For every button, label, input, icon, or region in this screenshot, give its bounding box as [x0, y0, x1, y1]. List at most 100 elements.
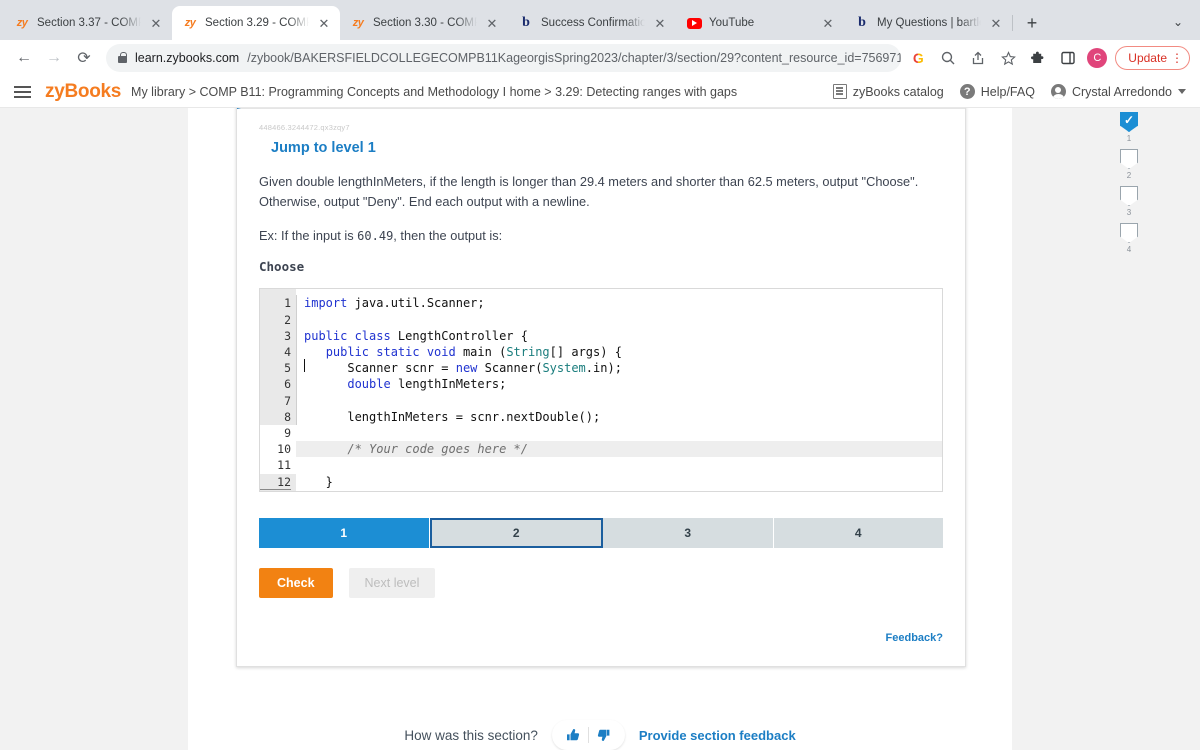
side-panel-icon[interactable] [1055, 45, 1081, 71]
code-token: } [304, 474, 333, 489]
browser-tab-0[interactable]: zy Section 3.37 - COMP B11: P ✕ [4, 6, 173, 40]
section-feedback-question: How was this section? [404, 727, 538, 743]
zybooks-logo[interactable]: zyBooks [45, 81, 121, 103]
next-level-button[interactable]: Next level [348, 568, 436, 599]
level-segment-2[interactable]: 2 [429, 518, 603, 549]
back-icon[interactable]: ← [10, 44, 38, 72]
code-line[interactable] [296, 393, 942, 409]
bookmark-star-icon[interactable] [995, 45, 1021, 71]
close-icon[interactable]: ✕ [988, 15, 1004, 31]
line-number: 13 [260, 490, 291, 492]
browser-toolbar: ← → ⟳ learn.zybooks.com/zybook/BAKERSFIE… [0, 40, 1200, 76]
browser-tab-5[interactable]: b My Questions | bartleby ✕ [844, 6, 1013, 40]
jump-to-level-link[interactable]: Jump to level 1 [271, 140, 943, 156]
editor-line-numbers: 12345678910111213 [260, 289, 296, 492]
thumbs-down-icon[interactable] [589, 722, 619, 748]
code-token: lengthInMeters; [390, 377, 507, 392]
browser-tab-4[interactable]: YouTube ✕ [676, 6, 845, 40]
code-editor[interactable]: 12345678910111213 import java.util.Scann… [259, 288, 943, 493]
breadcrumb[interactable]: My library > COMP B11: Programming Conce… [131, 85, 737, 99]
code-token: } [304, 491, 311, 492]
bartleby-icon: b [522, 15, 530, 30]
code-line[interactable]: public static void main (String[] args) … [296, 344, 942, 360]
activity-buttons: Check Next level [259, 568, 943, 599]
level-badge-4[interactable]: 4 [1120, 223, 1138, 260]
code-line[interactable]: import java.util.Scanner; [296, 295, 942, 311]
profile-avatar[interactable]: C [1087, 48, 1108, 68]
extensions-icon[interactable] [1025, 45, 1051, 71]
readonly-guide-line [296, 295, 297, 426]
code-line[interactable]: lengthInMeters = scnr.nextDouble(); [296, 409, 942, 425]
zybooks-header: zyBooks My library > COMP B11: Programmi… [0, 76, 1200, 108]
code-line[interactable]: } [296, 474, 942, 490]
code-line[interactable] [296, 457, 942, 473]
browser-tab-2[interactable]: zy Section 3.30 - COMP B11: P ✕ [340, 6, 508, 40]
empty-badge-icon [1120, 149, 1138, 169]
browser-tab-3[interactable]: b Success Confirmation of Q ✕ [508, 6, 677, 40]
url-host: learn.zybooks.com [135, 51, 240, 65]
level-badge-1[interactable]: 1 [1120, 112, 1138, 149]
line-number: 3 [284, 328, 291, 343]
level-segment-3[interactable]: 3 [603, 518, 774, 549]
user-menu[interactable]: Crystal Arredondo [1050, 84, 1186, 99]
reload-icon[interactable]: ⟳ [70, 44, 98, 72]
update-button[interactable]: Update ⋮ [1115, 46, 1190, 70]
code-line[interactable] [296, 312, 942, 328]
close-icon[interactable]: ✕ [820, 15, 836, 31]
code-line[interactable]: Scanner scnr = new Scanner(System.in); [296, 360, 942, 376]
level-segment-4[interactable]: 4 [773, 518, 943, 549]
sample-output: Choose [259, 259, 305, 275]
code-line[interactable] [296, 425, 942, 441]
browser-tab-strip: zy Section 3.37 - COMP B11: P ✕ zy Section 3… [0, 0, 1200, 40]
browser-tab-1[interactable]: zy Section 3.29 - COMP B11: P ✕ [172, 6, 340, 40]
address-bar[interactable]: learn.zybooks.com/zybook/BAKERSFIELDCOLL… [106, 44, 902, 72]
level-progress-bar[interactable]: 1234 [259, 518, 943, 549]
level-badge-3[interactable]: 3 [1120, 186, 1138, 223]
close-icon[interactable]: ✕ [652, 15, 668, 31]
zybooks-catalog-link[interactable]: zyBooks catalog [832, 84, 944, 99]
code-line[interactable]: } [296, 490, 942, 492]
activity-id: 448466.3244472.qx3zqy7 [259, 123, 350, 132]
level-badge-2[interactable]: 2 [1120, 149, 1138, 186]
code-token: main ( [455, 345, 507, 360]
code-line[interactable]: double lengthInMeters; [296, 376, 942, 392]
tab-title: Success Confirmation of Q [541, 17, 645, 29]
page-body: CHALLENGE ACTIVITY 3.29.2: Ranges with g… [0, 108, 1200, 750]
hamburger-menu-icon[interactable] [14, 85, 31, 98]
check-button[interactable]: Check [259, 568, 333, 599]
level-badge-rail: 1 2 3 4 [1118, 108, 1140, 260]
new-tab-button[interactable]: + [1018, 9, 1046, 37]
close-icon[interactable]: ✕ [316, 15, 332, 31]
close-icon[interactable]: ✕ [484, 15, 500, 31]
tab-title: Section 3.30 - COMP B11: P [373, 17, 477, 29]
provide-section-feedback-link[interactable]: Provide section feedback [639, 728, 796, 743]
code-token: double [347, 377, 391, 392]
code-token: new [455, 361, 478, 376]
level-segment-1[interactable]: 1 [259, 518, 430, 549]
share-icon[interactable] [965, 45, 991, 71]
help-faq-link[interactable]: ? Help/FAQ [959, 84, 1035, 99]
editor-code-area[interactable]: import java.util.Scanner; public class L… [296, 289, 942, 491]
code-line[interactable]: public class LengthController { [296, 328, 942, 344]
forward-icon[interactable]: → [40, 44, 68, 72]
browser-menu-icon[interactable]: ⋮ [1171, 52, 1183, 64]
google-icon[interactable]: G [905, 45, 931, 71]
activity-feedback-link[interactable]: Feedback? [259, 632, 943, 644]
code-line[interactable]: /* Your code goes here */ [296, 441, 942, 458]
line-number: 4 [284, 345, 291, 360]
content-column: CHALLENGE ACTIVITY 3.29.2: Ranges with g… [188, 108, 1138, 750]
chevron-down-icon[interactable]: ⌄ [1166, 10, 1190, 34]
code-token: /* Your code goes here */ [304, 442, 528, 457]
thumbs-up-icon[interactable] [558, 722, 588, 748]
badge-number: 4 [1126, 245, 1132, 254]
tab-title: Section 3.37 - COMP B11: P [37, 17, 141, 29]
example-prefix: Ex: If the input is [259, 227, 358, 243]
code-token: String [506, 345, 550, 360]
line-number: 12 [260, 474, 291, 490]
challenge-activity-body: 448466.3244472.qx3zqy7 Jump to level 1 G… [237, 109, 965, 666]
badge-number: 3 [1126, 208, 1132, 217]
code-token: public static void [325, 345, 456, 360]
search-icon[interactable] [935, 45, 961, 71]
tabstrip-right-controls: ⌄ [1166, 10, 1200, 40]
close-icon[interactable]: ✕ [148, 15, 164, 31]
